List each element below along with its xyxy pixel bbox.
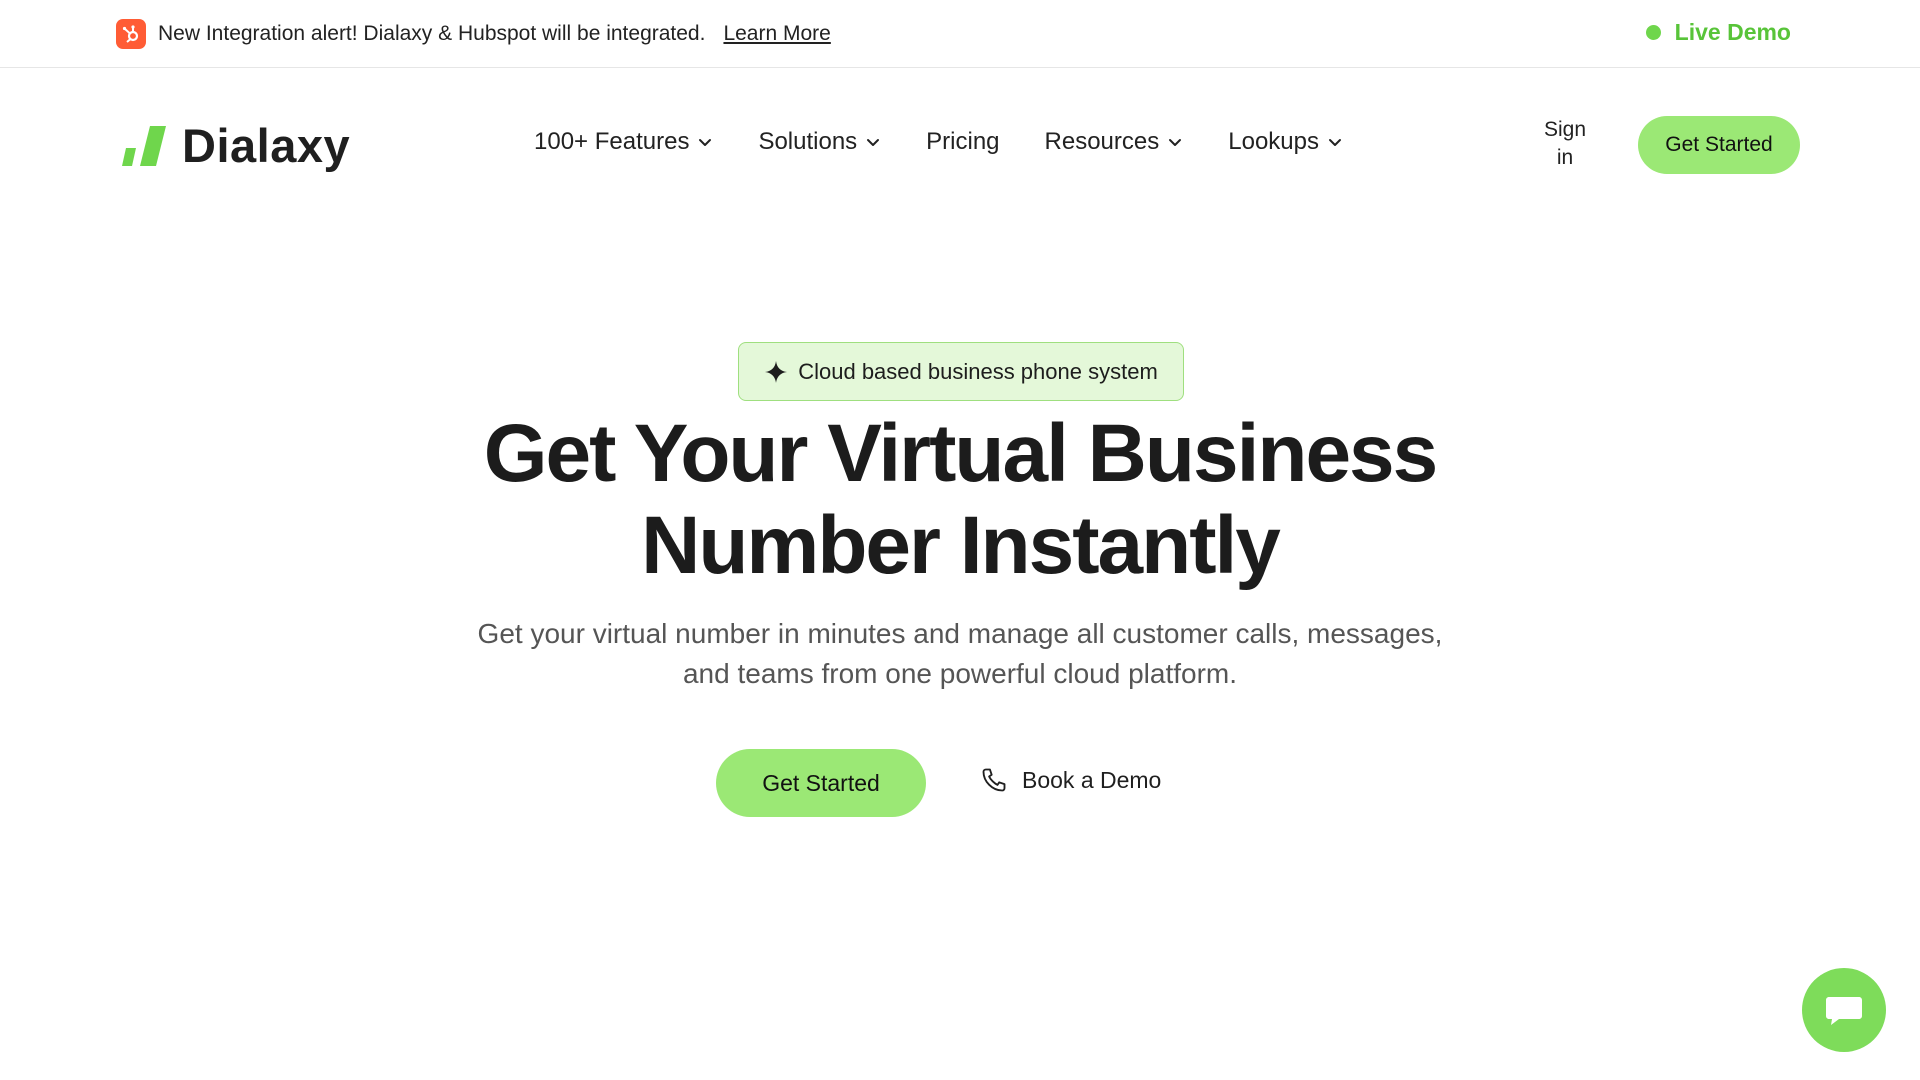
nav-item-features[interactable]: 100+ Features xyxy=(534,128,713,156)
chat-widget-button[interactable] xyxy=(1802,968,1886,1052)
hero-subtitle: Get your virtual number in minutes and m… xyxy=(410,614,1510,694)
live-demo-link[interactable]: Live Demo xyxy=(1645,19,1791,46)
nav-item-label: Pricing xyxy=(926,128,1000,155)
hubspot-icon xyxy=(116,19,146,49)
hero-subtitle-line2: and teams from one powerful cloud platfo… xyxy=(682,658,1238,689)
announcement-text: New Integration alert! Dialaxy & Hubspot… xyxy=(158,22,706,45)
announcement-bar: New Integration alert! Dialaxy & Hubspot… xyxy=(0,0,1920,68)
chevron-down-icon xyxy=(867,139,880,146)
sign-in-label-line1: Sign xyxy=(1543,118,1587,141)
logo-text: Dialaxy xyxy=(182,119,351,172)
sign-in-label-line2: in xyxy=(1556,146,1574,169)
learn-more-link[interactable]: Learn More xyxy=(723,22,830,46)
live-demo-label: Live Demo xyxy=(1674,19,1791,45)
chevron-down-icon xyxy=(699,139,712,146)
chat-bubble-icon xyxy=(1826,997,1862,1025)
book-demo-link[interactable]: Book a Demo xyxy=(980,766,1161,794)
hero-title: Get Your Virtual Business Number Instant… xyxy=(360,408,1560,592)
live-indicator-icon xyxy=(1645,25,1661,40)
sparkle-icon xyxy=(765,360,788,383)
hero-title-line1: Get Your Virtual Business xyxy=(483,408,1439,499)
nav-item-resources[interactable]: Resources xyxy=(1045,128,1184,156)
book-demo-label: Book a Demo xyxy=(1022,766,1162,793)
hero-get-started-button[interactable]: Get Started xyxy=(716,749,926,817)
announcement-content: New Integration alert! Dialaxy & Hubspot… xyxy=(116,19,831,49)
header-get-started-button[interactable]: Get Started xyxy=(1638,116,1800,174)
hero-badge: Cloud based business phone system xyxy=(738,342,1184,401)
nav-item-pricing[interactable]: Pricing xyxy=(926,128,999,156)
nav-item-solutions[interactable]: Solutions xyxy=(758,128,881,156)
phone-icon xyxy=(982,768,1006,792)
nav-item-lookups[interactable]: Lookups xyxy=(1228,128,1343,156)
chevron-down-icon xyxy=(1329,139,1341,146)
page: New Integration alert! Dialaxy & Hubspot… xyxy=(0,0,1920,1080)
sign-in-link[interactable]: Sign in xyxy=(1530,116,1600,172)
nav-item-label: 100+ Features xyxy=(534,128,690,155)
hero-title-line2: Number Instantly xyxy=(641,500,1281,591)
nav-item-label: Solutions xyxy=(758,128,858,155)
logo[interactable]: Dialaxy xyxy=(120,118,350,173)
logo-mark-icon xyxy=(122,125,166,166)
hero-subtitle-line1: Get your virtual number in minutes and m… xyxy=(477,618,1443,649)
chevron-down-icon xyxy=(1169,139,1182,146)
nav-item-label: Lookups xyxy=(1228,128,1319,155)
hero-badge-label: Cloud based business phone system xyxy=(798,358,1158,384)
nav-item-label: Resources xyxy=(1044,128,1160,155)
main-nav: 100+ Features Solutions Pricing Resource… xyxy=(534,128,1388,156)
